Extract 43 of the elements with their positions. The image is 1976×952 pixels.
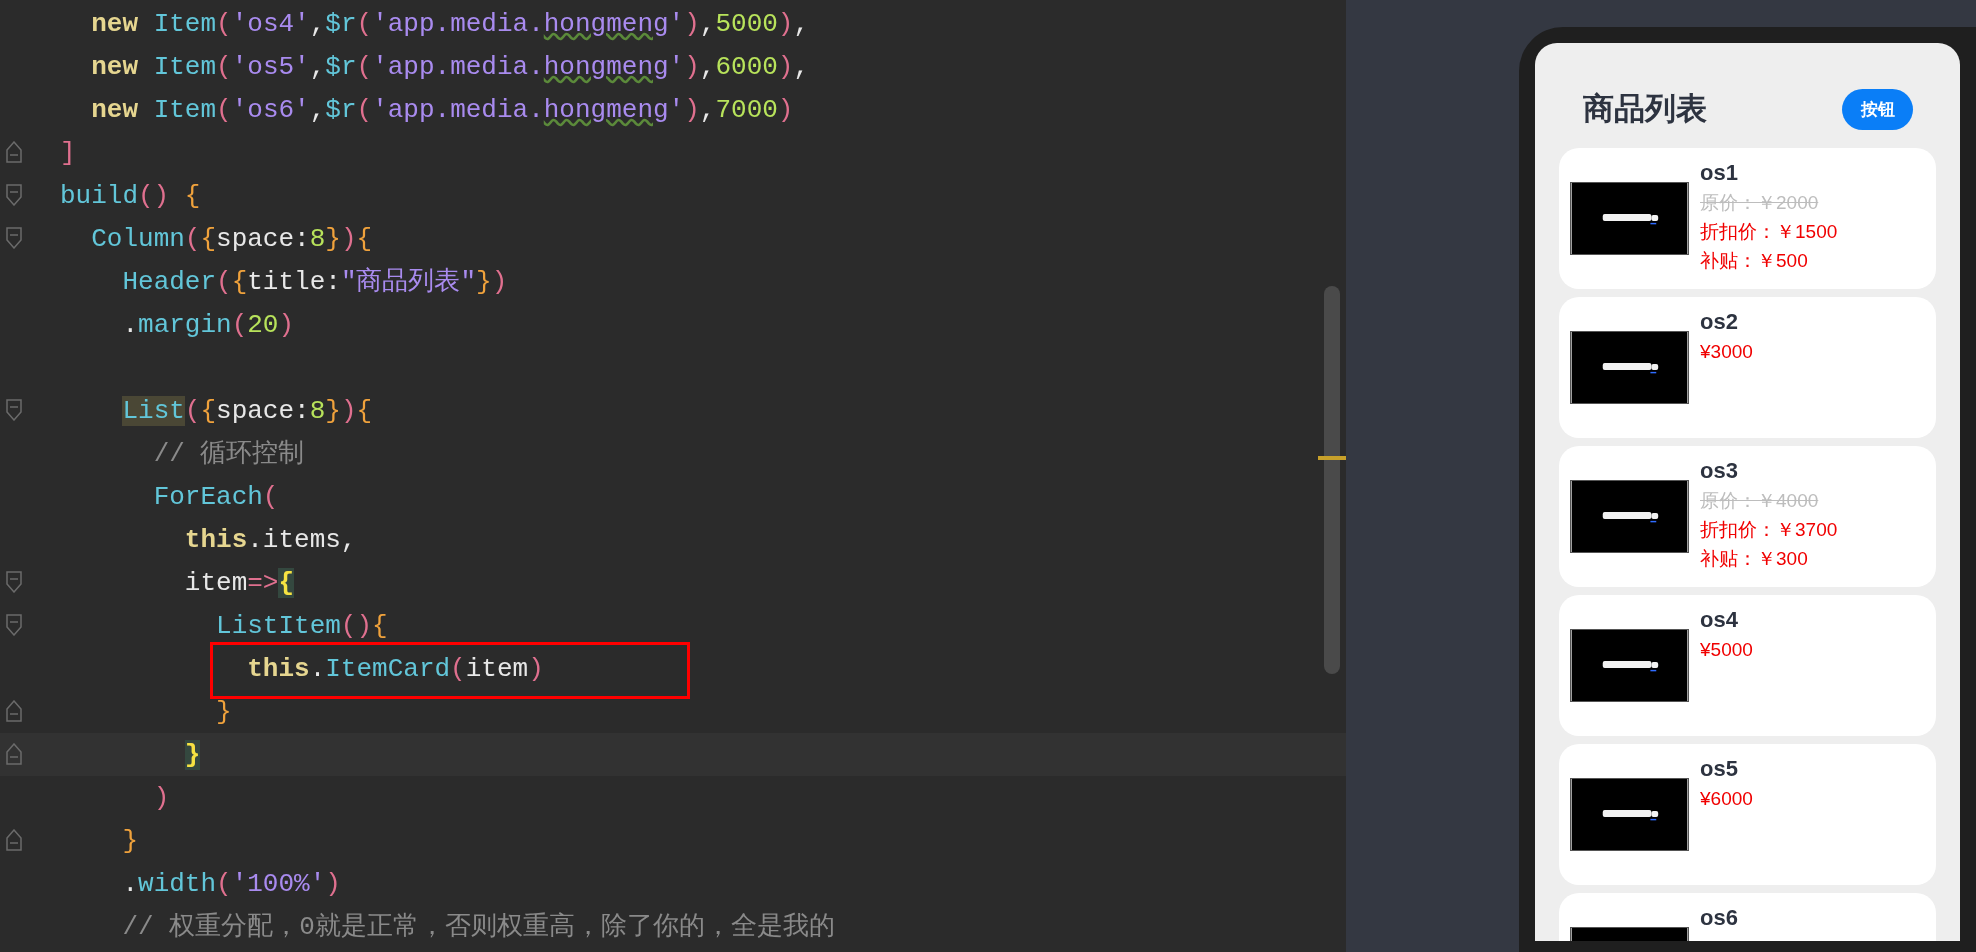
product-price: ¥5000 (1700, 637, 1753, 662)
code-line: new Item('os5',$r('app.media.hongmeng'),6000), (90, 50, 810, 84)
product-card[interactable]: os5 ¥6000 (1559, 743, 1936, 885)
original-price: 原价：￥4000 (1700, 488, 1820, 513)
code-line: this.ItemCard(item) (246, 652, 544, 686)
code-line: ) (152, 781, 170, 815)
code-line: ListItem(){ (215, 609, 388, 643)
product-card[interactable]: os1 原价：￥2000 折扣价：￥1500 补贴：￥500 (1559, 147, 1936, 289)
product-name: os4 (1700, 605, 1739, 634)
product-card[interactable]: os4 ¥5000 (1559, 594, 1936, 736)
code-line: build() { (60, 179, 201, 213)
code-line: // 权重分配，0就是正常，否则权重高，除了你的，全是我的 (121, 910, 835, 944)
subsidy-price: 补贴：￥500 (1700, 248, 1809, 273)
page-title: 商品列表 (1583, 90, 1707, 128)
code-line: } (215, 695, 232, 729)
code-line: ] (60, 136, 76, 170)
code-line: Column({space:8}){ (90, 222, 373, 256)
code-line: .width('100%') (121, 867, 341, 901)
discount-price: 折扣价：￥1500 (1700, 219, 1838, 244)
product-name: os3 (1700, 456, 1739, 485)
product-name: os5 (1700, 754, 1739, 783)
code-line: ForEach( (152, 480, 279, 514)
code-line: new Item('os4',$r('app.media.hongmeng'),5000), (90, 7, 810, 41)
code-line: this.items, (183, 523, 357, 557)
code-line: new Item('os6',$r('app.media.hongmeng'),7000) (90, 93, 794, 127)
product-name: os2 (1700, 307, 1739, 336)
original-price: 原价：￥2000 (1700, 190, 1820, 215)
code-line: .margin(20) (121, 308, 295, 342)
code-line: item=>{ (183, 566, 295, 600)
code-line: // 循环控制 (152, 437, 305, 471)
code-line: } (121, 824, 139, 858)
product-name: os1 (1700, 158, 1739, 187)
code-line: Header({title:"商品列表"}) (121, 265, 508, 299)
product-price: ¥3000 (1700, 339, 1753, 364)
product-card[interactable]: os2 ¥3000 (1559, 296, 1936, 438)
subsidy-price: 补贴：￥300 (1700, 546, 1809, 571)
discount-price: 折扣价：￥3700 (1700, 517, 1838, 542)
product-price: ¥6000 (1700, 786, 1753, 811)
product-name: os6 (1700, 903, 1738, 932)
product-card[interactable]: os3 原价：￥4000 折扣价：￥3700 补贴：￥300 (1559, 445, 1936, 587)
product-card[interactable]: os6 (1559, 892, 1936, 941)
code-line: List({space:8}){ (121, 394, 373, 428)
header-button[interactable]: 按钮 (1842, 88, 1913, 130)
